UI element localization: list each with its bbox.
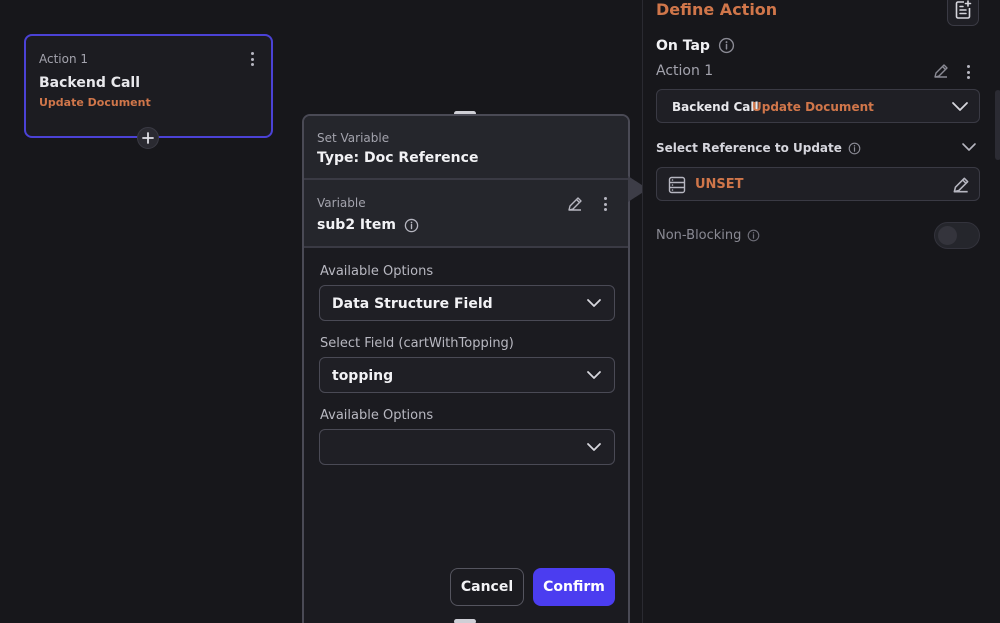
more-vert-icon[interactable] <box>600 195 610 211</box>
select-field-dropdown[interactable]: topping <box>319 357 615 393</box>
canvas: Action 1 Backend Call Update Document Se… <box>0 0 642 623</box>
set-variable-label: Set Variable <box>317 131 390 145</box>
non-blocking-toggle[interactable] <box>934 222 980 249</box>
action-node-title: Backend Call <box>39 75 141 91</box>
select-reference-label: Select Reference to Update <box>656 141 842 155</box>
variable-value-row: sub2 Item <box>317 217 419 233</box>
add-document-button[interactable] <box>947 0 979 26</box>
available-options-dropdown[interactable]: Data Structure Field <box>319 285 615 321</box>
set-variable-header: Set Variable Type: Doc Reference <box>304 116 628 180</box>
action-label: Action 1 <box>656 63 714 79</box>
chevron-down-icon <box>587 371 601 379</box>
info-icon[interactable] <box>848 142 861 155</box>
action-node-card[interactable]: Action 1 Backend Call Update Document <box>24 34 273 138</box>
action-type-dropdown[interactable]: Backend Call Update Document <box>656 89 980 123</box>
chevron-down-icon <box>587 299 601 307</box>
on-tap-row: On Tap <box>656 37 735 54</box>
toggle-knob <box>938 226 957 245</box>
variable-section: Variable sub2 Item <box>304 180 628 248</box>
available-options-label: Available Options <box>320 264 434 279</box>
set-variable-type: Type: Doc Reference <box>317 150 479 166</box>
plus-icon <box>142 132 154 144</box>
confirm-button[interactable]: Confirm <box>533 568 615 606</box>
variable-label: Variable <box>317 196 366 210</box>
reference-value: UNSET <box>695 177 744 192</box>
document-add-icon <box>955 0 972 19</box>
scrollbar[interactable] <box>995 90 1000 160</box>
action-node-label: Action 1 <box>39 52 89 66</box>
more-vert-icon[interactable] <box>963 63 973 79</box>
edit-icon[interactable] <box>566 195 584 213</box>
add-action-button[interactable] <box>137 127 159 149</box>
select-field-value: topping <box>332 368 394 384</box>
reference-value-field[interactable]: UNSET <box>656 167 980 201</box>
action-subtype-value: Update Document <box>752 100 874 114</box>
panel-grab-handle-bottom[interactable] <box>454 619 476 623</box>
select-field-label: Select Field (cartWithTopping) <box>320 336 514 351</box>
chevron-down-icon[interactable] <box>961 141 977 153</box>
select-reference-row: Select Reference to Update <box>656 141 861 155</box>
info-icon[interactable] <box>747 229 760 242</box>
action-node-subtitle: Update Document <box>39 96 151 109</box>
set-variable-panel: Set Variable Type: Doc Reference Variabl… <box>302 114 630 623</box>
edit-icon[interactable] <box>932 62 950 80</box>
action-type-value: Backend Call <box>672 100 759 114</box>
variable-value: sub2 Item <box>317 217 396 233</box>
chevron-down-icon <box>952 102 968 111</box>
info-icon[interactable] <box>404 218 419 233</box>
more-vert-icon[interactable] <box>247 50 257 66</box>
available-options-value: Data Structure Field <box>332 296 493 312</box>
on-tap-label: On Tap <box>656 37 710 54</box>
chevron-down-icon <box>587 443 601 451</box>
non-blocking-row: Non-Blocking <box>656 228 760 243</box>
non-blocking-label: Non-Blocking <box>656 228 742 243</box>
cancel-button[interactable]: Cancel <box>450 568 524 606</box>
available-options-dropdown-2[interactable] <box>319 429 615 465</box>
available-options-label-2: Available Options <box>320 408 434 423</box>
edit-icon[interactable] <box>951 175 971 195</box>
info-icon[interactable] <box>718 37 735 54</box>
define-action-title: Define Action <box>656 0 778 19</box>
define-action-panel: Define Action On Tap Action 1 Backend Ca… <box>642 0 1000 623</box>
database-icon <box>668 176 686 194</box>
